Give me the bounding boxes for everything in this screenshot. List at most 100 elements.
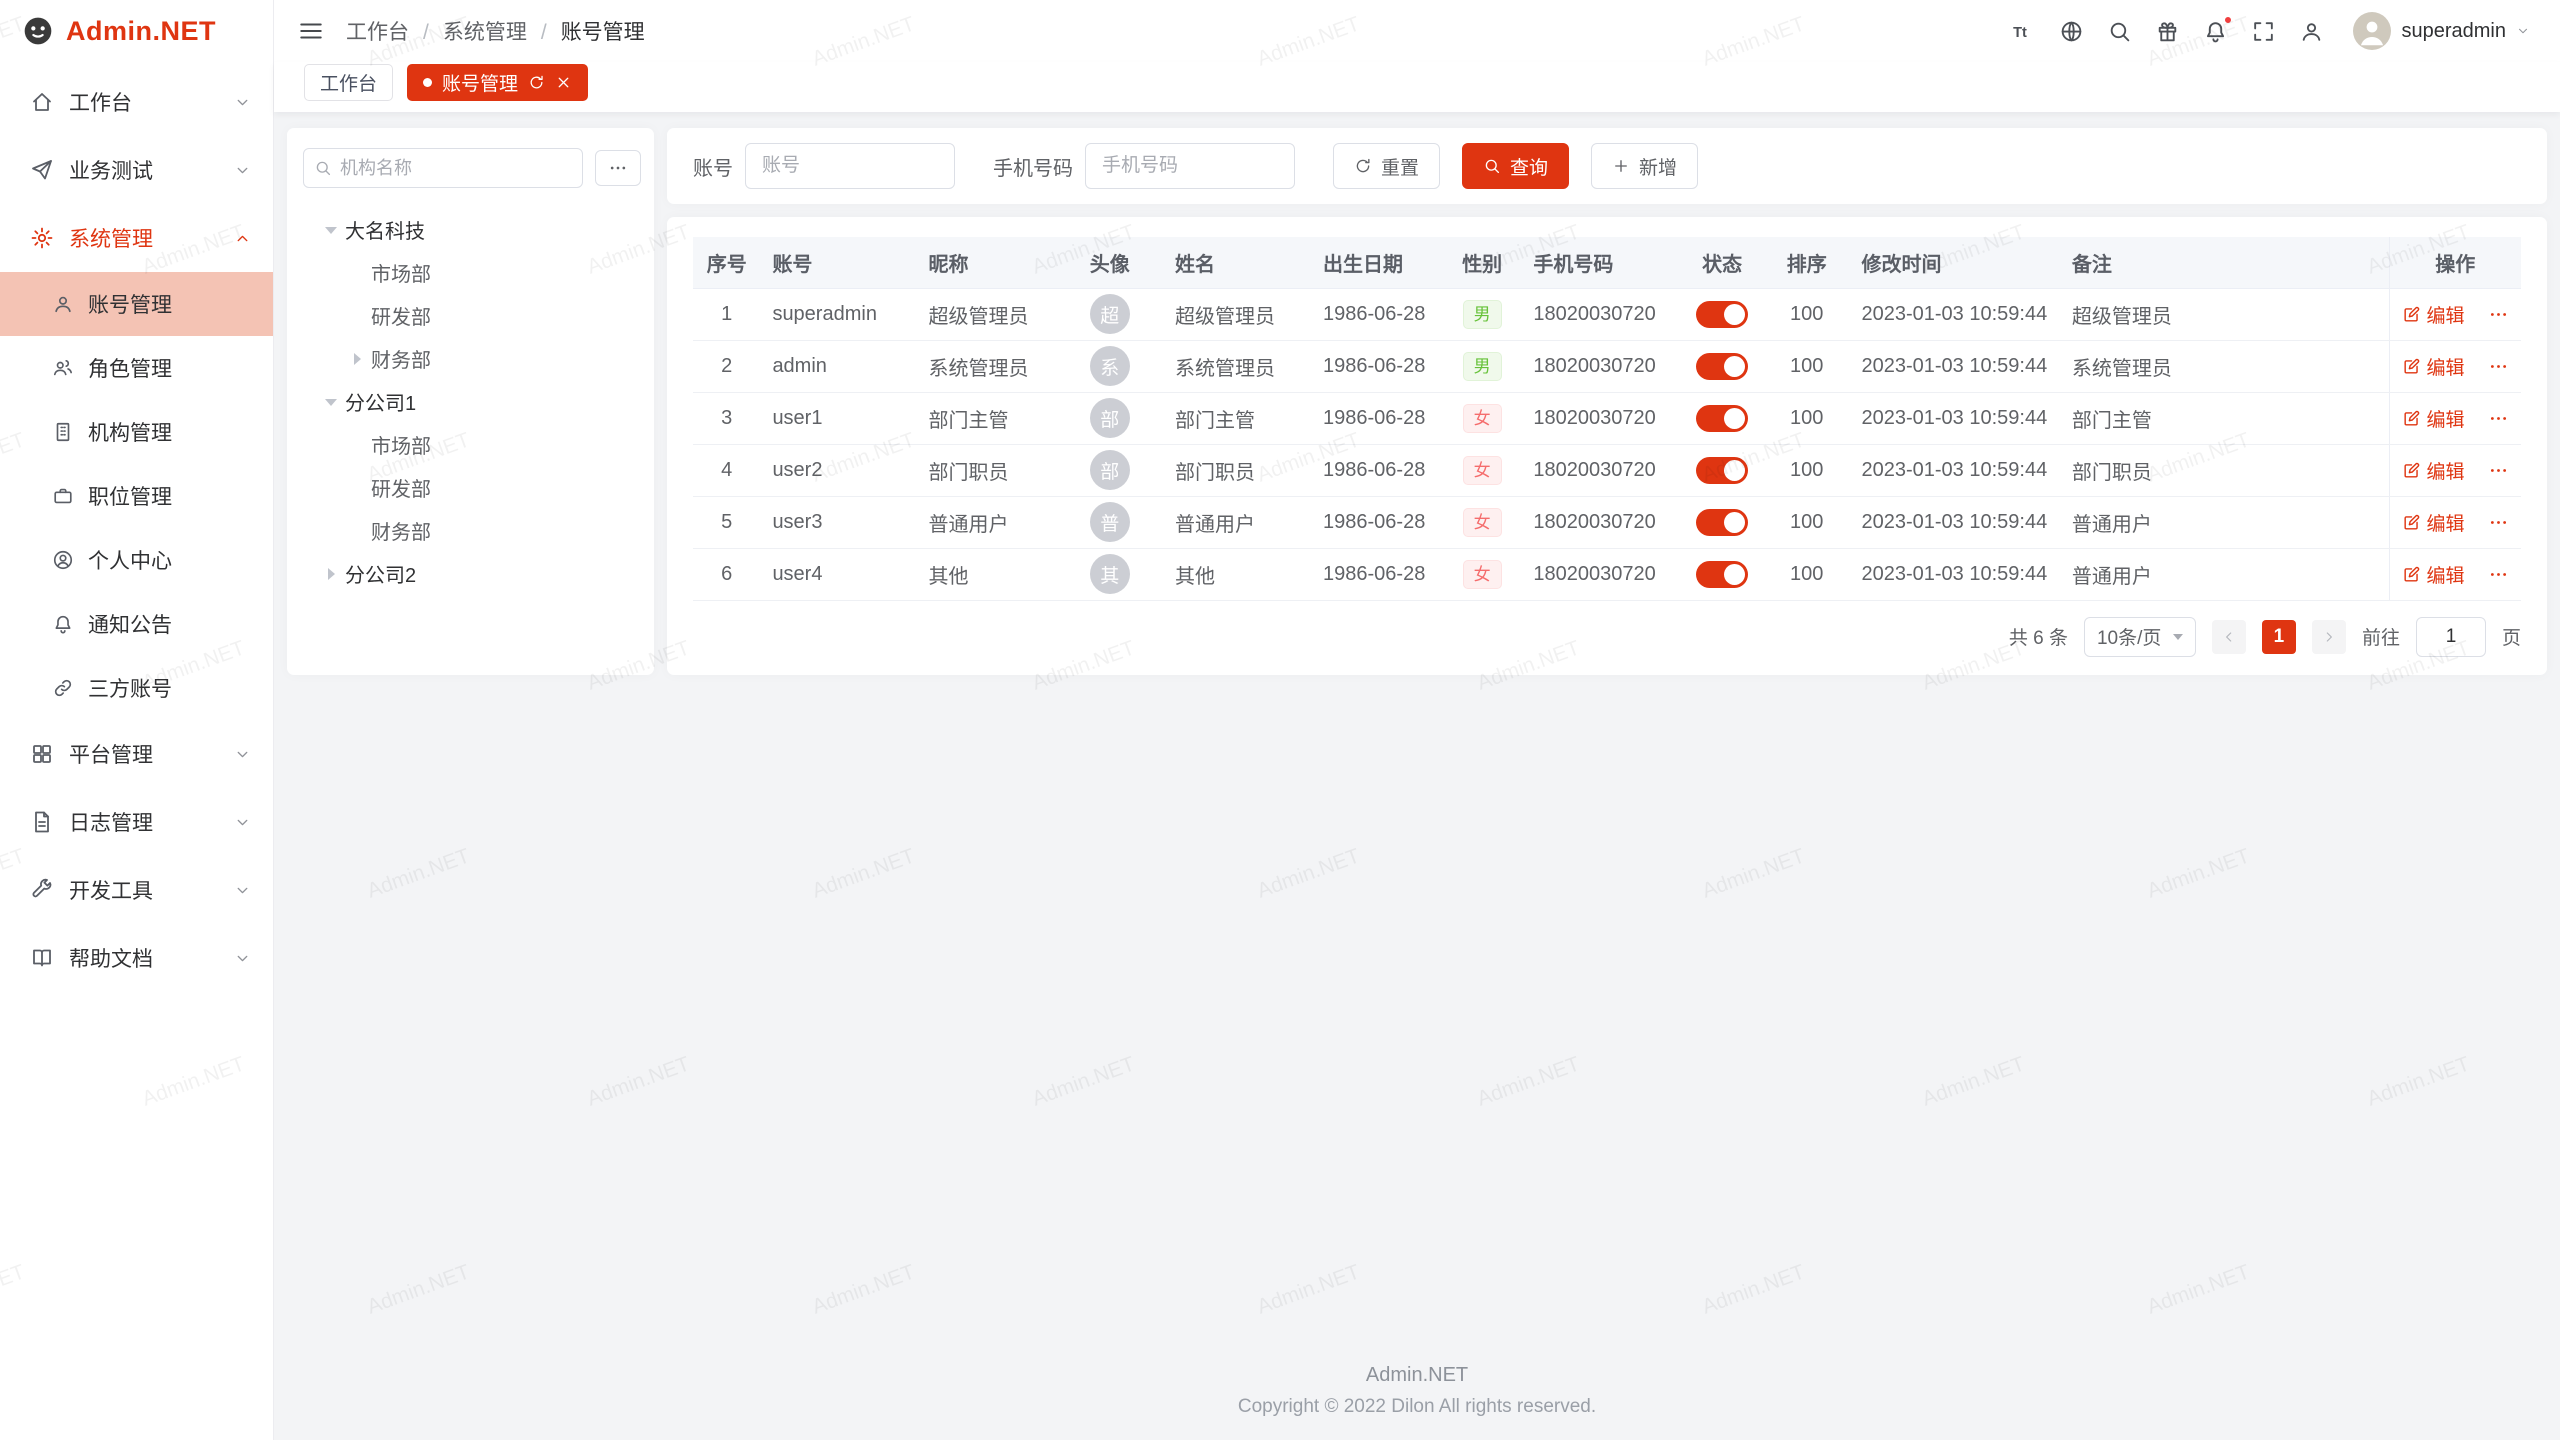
prev-page-button[interactable] — [2212, 620, 2246, 654]
accounts-table: 序号账号昵称头像姓名出生日期性别手机号码状态排序修改时间备注操作 1 super… — [693, 237, 2521, 601]
next-page-button[interactable] — [2312, 620, 2346, 654]
logo[interactable]: Admin.NET — [0, 0, 273, 62]
goto-page-input[interactable] — [2416, 617, 2486, 657]
org-more-button[interactable] — [595, 150, 641, 186]
notification-icon[interactable] — [2203, 19, 2228, 44]
tree-node-label: 财务部 — [371, 516, 431, 545]
status-toggle[interactable] — [1696, 405, 1748, 432]
link-icon — [52, 677, 74, 699]
cell-order: 100 — [1764, 392, 1850, 444]
sidebar-subitem-2-1[interactable]: 角色管理 — [0, 336, 273, 400]
close-icon[interactable] — [555, 74, 572, 91]
fullscreen-icon[interactable] — [2251, 19, 2276, 44]
sidebar-item-2[interactable]: 系统管理 — [0, 204, 273, 272]
tree-node[interactable]: 财务部 — [303, 337, 638, 380]
caret-right-icon — [343, 353, 371, 365]
edit-icon — [2402, 357, 2421, 376]
cell-remark: 超级管理员 — [2060, 288, 2389, 340]
page-size-select[interactable]: 10条/页 — [2084, 617, 2196, 657]
row-more-button[interactable] — [2488, 304, 2509, 325]
sidebar-item-label: 工作台 — [69, 87, 234, 117]
sidebar-item-6[interactable]: 帮助文档 — [0, 924, 273, 992]
sidebar-subitem-label: 个人中心 — [88, 545, 273, 575]
status-toggle[interactable] — [1696, 301, 1748, 328]
search-button[interactable]: 查询 — [1462, 143, 1569, 189]
logo-icon — [22, 15, 54, 47]
edit-button[interactable]: 编辑 — [2402, 561, 2465, 588]
chevron-down-icon — [234, 94, 251, 111]
reset-button[interactable]: 重置 — [1333, 143, 1440, 189]
page-button-1[interactable]: 1 — [2262, 620, 2296, 654]
phone-input[interactable] — [1085, 143, 1295, 189]
breadcrumb-item[interactable]: 账号管理 — [561, 16, 645, 46]
tree-node[interactable]: 市场部 — [303, 423, 638, 466]
gender-badge: 女 — [1463, 560, 1502, 589]
cell-nickname: 部门主管 — [916, 392, 1056, 444]
gift-icon[interactable] — [2155, 19, 2180, 44]
sidebar-item-1[interactable]: 业务测试 — [0, 136, 273, 204]
tree-node[interactable]: 市场部 — [303, 251, 638, 294]
sidebar-item-0[interactable]: 工作台 — [0, 68, 273, 136]
row-more-button[interactable] — [2488, 460, 2509, 481]
tab-1[interactable]: 账号管理 — [407, 64, 588, 101]
chevron-left-icon — [2221, 629, 2237, 645]
edit-label: 编辑 — [2427, 405, 2465, 432]
edit-button[interactable]: 编辑 — [2402, 301, 2465, 328]
sidebar-subitem-2-0[interactable]: 账号管理 — [0, 272, 273, 336]
row-more-button[interactable] — [2488, 356, 2509, 377]
org-search-input[interactable] — [340, 158, 572, 179]
org-panel-header — [303, 148, 638, 188]
tree-node[interactable]: 研发部 — [303, 294, 638, 337]
breadcrumb-item[interactable]: 系统管理 — [443, 16, 561, 46]
hamburger-menu-icon[interactable] — [298, 18, 324, 44]
account-input[interactable] — [745, 143, 955, 189]
cell-nickname: 部门职员 — [916, 444, 1056, 496]
status-toggle[interactable] — [1696, 353, 1748, 380]
status-toggle[interactable] — [1696, 457, 1748, 484]
row-more-button[interactable] — [2488, 408, 2509, 429]
sidebar-subitem-2-4[interactable]: 个人中心 — [0, 528, 273, 592]
status-toggle[interactable] — [1696, 561, 1748, 588]
edit-button[interactable]: 编辑 — [2402, 405, 2465, 432]
tree-node[interactable]: 分公司2 — [303, 552, 638, 595]
breadcrumb: 工作台系统管理账号管理 — [346, 16, 645, 46]
status-toggle[interactable] — [1696, 509, 1748, 536]
edit-button[interactable]: 编辑 — [2402, 457, 2465, 484]
role-icon — [52, 357, 74, 379]
refresh-icon[interactable] — [528, 74, 545, 91]
search-label: 查询 — [1510, 153, 1548, 180]
gender-badge: 男 — [1463, 300, 1502, 329]
column-header: 出生日期 — [1311, 237, 1443, 288]
breadcrumb-item[interactable]: 工作台 — [346, 16, 443, 46]
chevron-down-icon — [234, 746, 251, 763]
tree-node[interactable]: 财务部 — [303, 509, 638, 552]
sidebar-subitem-2-2[interactable]: 机构管理 — [0, 400, 273, 464]
search-icon[interactable] — [2107, 19, 2132, 44]
font-size-icon[interactable]: Tt — [2011, 19, 2036, 44]
cell-name: 普通用户 — [1163, 496, 1311, 548]
sidebar-item-3[interactable]: 平台管理 — [0, 720, 273, 788]
edit-button[interactable]: 编辑 — [2402, 509, 2465, 536]
cell-account: superadmin — [760, 288, 916, 340]
tree-node[interactable]: 大名科技 — [303, 208, 638, 251]
row-avatar: 普 — [1090, 502, 1130, 542]
user-menu[interactable]: superadmin — [2353, 12, 2530, 50]
sidebar-item-4[interactable]: 日志管理 — [0, 788, 273, 856]
sidebar-subitem-2-5[interactable]: 通知公告 — [0, 592, 273, 656]
tree-node[interactable]: 研发部 — [303, 466, 638, 509]
row-more-button[interactable] — [2488, 512, 2509, 533]
sidebar-subitem-2-6[interactable]: 三方账号 — [0, 656, 273, 720]
sidebar-subitem-2-3[interactable]: 职位管理 — [0, 464, 273, 528]
table-row: 3 user1 部门主管 部 部门主管 1986-06-28 女 1802003… — [693, 392, 2521, 444]
user-icon[interactable] — [2299, 19, 2324, 44]
edit-button[interactable]: 编辑 — [2402, 353, 2465, 380]
table-row: 2 admin 系统管理员 系 系统管理员 1986-06-28 男 18020… — [693, 340, 2521, 392]
add-button[interactable]: 新增 — [1591, 143, 1698, 189]
edit-label: 编辑 — [2427, 353, 2465, 380]
row-more-button[interactable] — [2488, 564, 2509, 585]
tree-node[interactable]: 分公司1 — [303, 380, 638, 423]
sidebar-item-5[interactable]: 开发工具 — [0, 856, 273, 924]
globe-icon[interactable] — [2059, 19, 2084, 44]
sidebar-subitem-label: 账号管理 — [88, 289, 273, 319]
tab-0[interactable]: 工作台 — [304, 64, 393, 101]
